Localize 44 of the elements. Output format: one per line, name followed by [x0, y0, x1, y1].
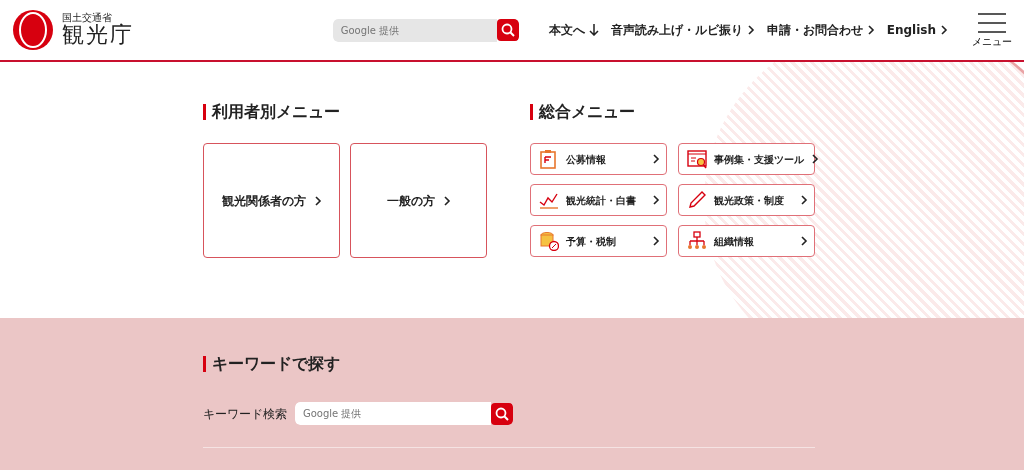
header-link[interactable]: 音声読み上げ・ルビ振り — [610, 21, 755, 39]
header-link[interactable]: 本文へ — [548, 21, 599, 39]
user-menu-card[interactable]: 観光関係者の方 — [203, 143, 340, 258]
site-search-field[interactable]: Google 提供 — [332, 18, 497, 42]
section-heading: 利用者別メニュー — [203, 104, 340, 120]
org-chart-icon — [687, 231, 707, 251]
ministry-name: 国土交通省 — [62, 12, 112, 23]
down-arrow-icon — [588, 24, 599, 36]
user-menu-card[interactable]: 一般の方 — [350, 143, 487, 258]
search-icon — [495, 406, 509, 421]
chevron-icon — [442, 195, 451, 206]
chevron-icon — [800, 195, 808, 205]
chevron-icon — [652, 236, 660, 246]
chevron-icon — [652, 195, 660, 205]
coins-icon — [539, 231, 559, 251]
chevron-icon — [940, 25, 948, 35]
general-menu-card[interactable]: 観光政策・制度 — [678, 184, 815, 216]
chevron-icon — [800, 236, 808, 246]
section-heading: 総合メニュー — [530, 104, 635, 120]
search-button[interactable] — [496, 19, 519, 41]
general-menu-card[interactable]: 観光統計・白書 — [530, 184, 667, 216]
general-menu-card[interactable]: 予算・税制 — [530, 225, 667, 257]
chevron-icon — [811, 154, 819, 164]
document-search-icon — [687, 149, 707, 169]
agency-name: 観光庁 — [62, 22, 134, 48]
keyword-label: キーワード検索 — [203, 405, 287, 423]
header-link[interactable]: English — [886, 21, 948, 39]
logo-icon — [12, 9, 54, 51]
chevron-icon — [866, 25, 875, 35]
pencil-icon — [687, 190, 707, 210]
keyword-search-field[interactable]: Google 提供 — [295, 402, 491, 425]
general-menu-card[interactable]: 事例集・支援ツール — [678, 143, 815, 175]
chevron-icon — [746, 25, 755, 35]
search-button[interactable] — [491, 402, 513, 425]
chevron-icon — [313, 195, 322, 206]
general-menu-card[interactable]: 組織情報 — [678, 225, 815, 257]
section-heading: キーワードで探す — [203, 356, 340, 372]
menu-icon — [978, 11, 1006, 34]
chevron-icon — [652, 154, 660, 164]
header-link[interactable]: 申請・お問合わせ — [766, 21, 875, 39]
search-icon — [500, 23, 515, 37]
menu-button[interactable]: メニュー — [972, 11, 1012, 49]
clipboard-icon — [539, 149, 559, 169]
general-menu-card[interactable]: 公募情報 — [530, 143, 667, 175]
